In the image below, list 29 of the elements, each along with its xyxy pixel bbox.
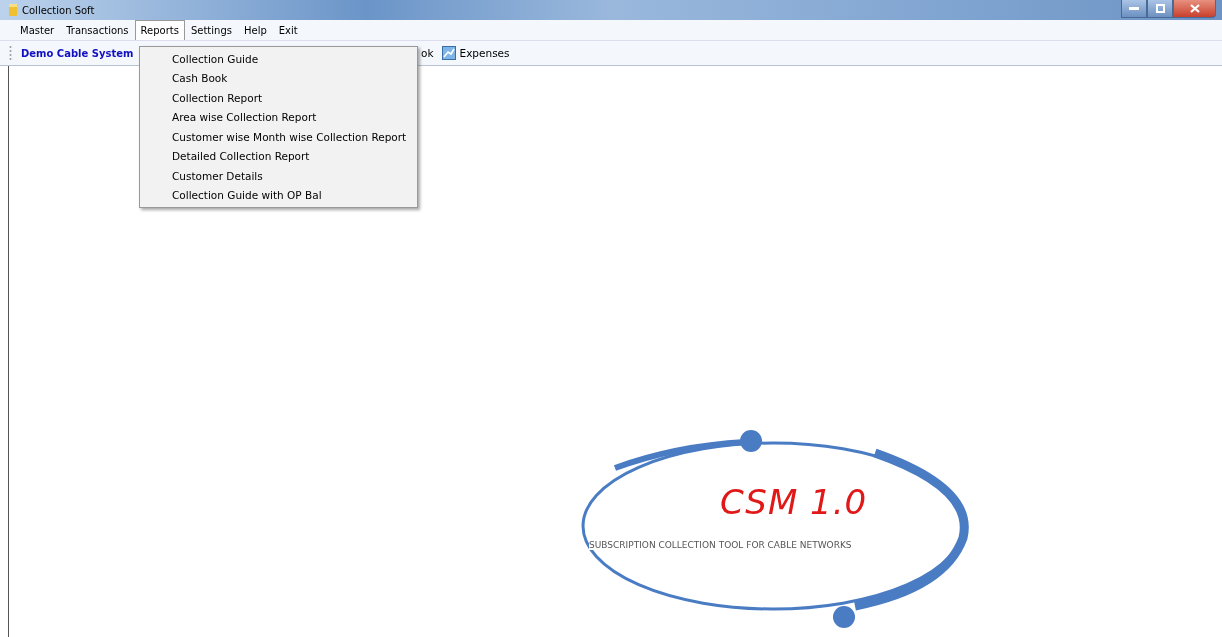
menu-option[interactable]: Customer Details	[140, 166, 417, 186]
logo-title: CSM 1.0	[720, 482, 868, 522]
minimize-icon	[1129, 6, 1139, 11]
menu-option[interactable]: Customer wise Month wise Collection Report	[140, 127, 417, 147]
menu-item[interactable]: Reports	[134, 20, 185, 40]
company-name: Demo Cable System	[21, 47, 133, 59]
maximize-icon	[1155, 4, 1165, 13]
menu-item[interactable]: Exit	[272, 20, 304, 40]
menu-option[interactable]: Collection Report	[140, 88, 417, 108]
logo-subtitle: SUBSCRIPTION COLLECTION TOOL FOR CABLE NETWORKS	[589, 540, 852, 550]
menu-option[interactable]: Cash Book	[140, 68, 417, 88]
toolbar-grip	[9, 45, 12, 61]
chart-icon	[441, 46, 456, 60]
menu-item[interactable]: Master	[14, 20, 61, 40]
toolbar-button[interactable]: Expenses	[437, 46, 514, 60]
minimize-button[interactable]	[1121, 0, 1147, 18]
close-button[interactable]	[1173, 0, 1216, 18]
menu-item[interactable]: Settings	[184, 20, 238, 40]
menu-option[interactable]: Detailed Collection Report	[140, 146, 417, 166]
app-icon	[8, 3, 18, 17]
toolbar-button[interactable]: ok	[417, 47, 438, 59]
menu-option[interactable]: Collection Guide	[140, 49, 417, 69]
menu-option[interactable]: Area wise Collection Report	[140, 107, 417, 127]
close-icon	[1189, 4, 1200, 13]
maximize-button[interactable]	[1147, 0, 1173, 18]
window-title: Collection Soft	[22, 4, 95, 16]
menu-item[interactable]: Help	[237, 20, 273, 40]
menu-option[interactable]: Collection Guide with OP Bal	[140, 185, 417, 205]
menu-item[interactable]: Transactions	[60, 20, 135, 40]
